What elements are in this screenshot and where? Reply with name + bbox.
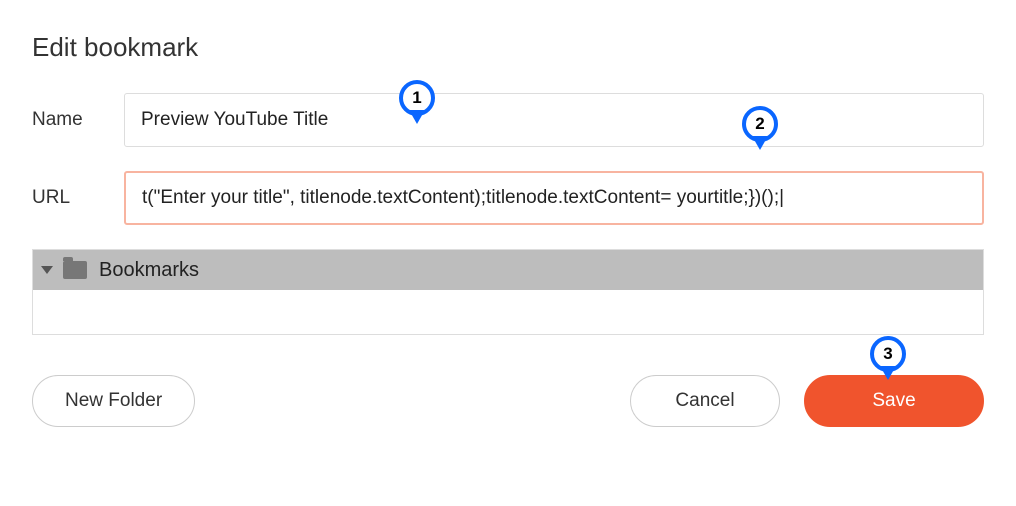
- annotation-1: 1: [399, 80, 435, 116]
- annotation-2: 2: [742, 106, 778, 142]
- url-input[interactable]: [124, 171, 984, 225]
- name-input[interactable]: [124, 93, 984, 147]
- button-row: New Folder Cancel Save: [32, 375, 984, 427]
- save-button[interactable]: Save: [804, 375, 984, 427]
- tree-body[interactable]: [33, 290, 983, 334]
- folder-tree[interactable]: Bookmarks: [32, 249, 984, 335]
- annotation-3: 3: [870, 336, 906, 372]
- tree-root-row[interactable]: Bookmarks: [33, 250, 983, 290]
- new-folder-button[interactable]: New Folder: [32, 375, 195, 427]
- dialog-title: Edit bookmark: [32, 32, 984, 63]
- tree-root-label: Bookmarks: [99, 259, 199, 282]
- name-row: Name: [32, 93, 984, 147]
- folder-icon: [63, 261, 87, 279]
- name-label: Name: [32, 109, 124, 131]
- url-row: URL: [32, 171, 984, 225]
- disclosure-triangle-icon[interactable]: [41, 266, 53, 274]
- cancel-button[interactable]: Cancel: [630, 375, 780, 427]
- url-label: URL: [32, 187, 124, 209]
